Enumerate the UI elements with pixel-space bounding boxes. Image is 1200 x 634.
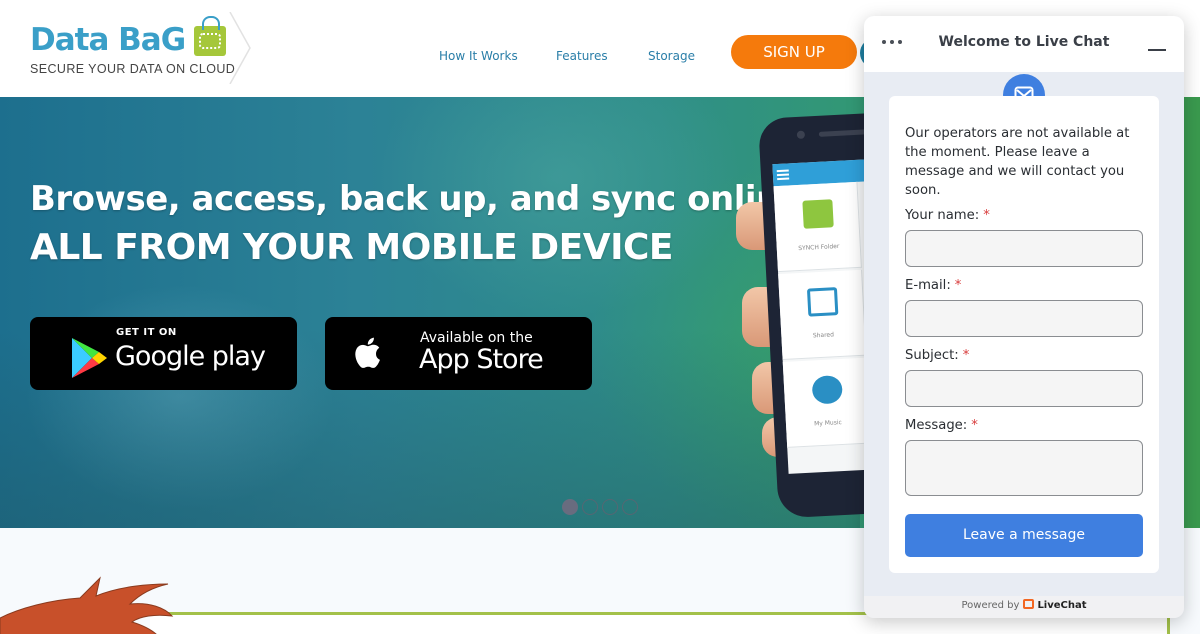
- chat-title: Welcome to Live Chat: [938, 34, 1110, 50]
- required-marker: *: [971, 418, 978, 433]
- email-input[interactable]: [905, 300, 1143, 337]
- email-label: E-mail: *: [905, 278, 962, 293]
- hero-subheading: Browse, access, back up, and sync online: [30, 179, 803, 219]
- hamburger-menu-icon: [776, 169, 790, 181]
- nav-features[interactable]: Features: [556, 49, 608, 63]
- leave-message-button[interactable]: Leave a message: [905, 514, 1143, 557]
- live-chat-widget: Welcome to Live Chat Our operators are n…: [864, 16, 1184, 618]
- logo-title: Data BaG: [30, 22, 186, 58]
- slider-pagination: [562, 499, 638, 515]
- logo[interactable]: Data BaG SECURE YOUR DATA ON CLOUD: [28, 12, 253, 84]
- phone-tile: SYNCH Folder: [773, 181, 862, 273]
- chat-header: Welcome to Live Chat: [864, 16, 1184, 72]
- hero-heading: ALL FROM YOUR MOBILE DEVICE: [30, 227, 674, 268]
- subject-input[interactable]: [905, 370, 1143, 407]
- slider-dot[interactable]: [582, 499, 598, 515]
- message-label: Message: *: [905, 418, 978, 433]
- chevron-right-icon: [229, 12, 251, 84]
- livechat-brand: LiveChat: [1037, 600, 1087, 611]
- subject-label: Subject: *: [905, 348, 970, 363]
- share-icon: [806, 287, 839, 317]
- minimize-icon[interactable]: [1148, 49, 1166, 51]
- nav-how-it-works[interactable]: How It Works: [439, 49, 518, 63]
- required-marker: *: [962, 348, 970, 363]
- slider-dot[interactable]: [622, 499, 638, 515]
- required-marker: *: [983, 208, 990, 223]
- google-play-icon: [72, 338, 107, 378]
- shopping-bag-icon: [194, 16, 226, 56]
- apple-icon: [355, 337, 380, 368]
- phone-tile: My Music: [782, 357, 872, 448]
- slider-dot[interactable]: [562, 499, 578, 515]
- app-store-label: App Store: [419, 344, 544, 375]
- google-play-label: Google play: [115, 341, 266, 372]
- name-input[interactable]: [905, 230, 1143, 267]
- offline-message-form: Our operators are not available at the m…: [889, 96, 1159, 573]
- sync-folder-icon: [802, 199, 834, 229]
- livechat-logo-icon: [1023, 599, 1035, 609]
- music-icon: [811, 374, 843, 405]
- powered-by-footer[interactable]: Powered by LiveChat: [864, 596, 1184, 618]
- slider-dot[interactable]: [602, 499, 618, 515]
- message-textarea[interactable]: [905, 440, 1143, 496]
- google-play-caption: GET IT ON: [116, 327, 177, 338]
- required-marker: *: [954, 278, 962, 293]
- chat-intro-text: Our operators are not available at the m…: [905, 126, 1130, 198]
- phone-tile: Shared: [778, 269, 867, 361]
- app-store-button[interactable]: Available on the App Store: [325, 317, 592, 390]
- name-label: Your name: *: [905, 208, 990, 223]
- logo-tagline: SECURE YOUR DATA ON CLOUD: [30, 62, 236, 76]
- page: Data BaG SECURE YOUR DATA ON CLOUD How I…: [0, 0, 1200, 634]
- sign-up-button[interactable]: SIGN UP: [731, 35, 857, 69]
- mascot-image: [0, 576, 174, 634]
- nav-storage[interactable]: Storage: [648, 49, 695, 63]
- google-play-button[interactable]: GET IT ON Google play: [30, 317, 297, 390]
